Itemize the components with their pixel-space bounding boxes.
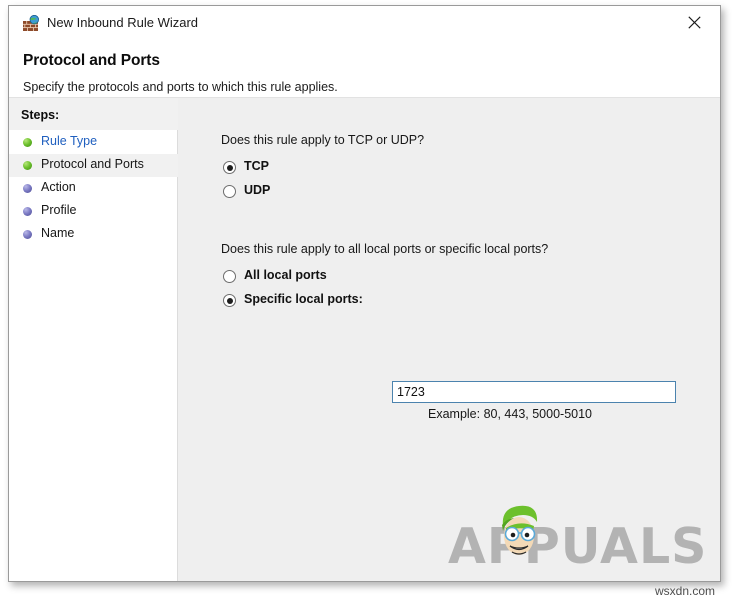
site-credit: wsxdn.com [655, 584, 716, 598]
ports-question: Does this rule apply to all local ports … [221, 242, 549, 256]
sidebar-item-action[interactable]: Action [9, 177, 178, 200]
sidebar-item-name[interactable]: Name [9, 223, 178, 246]
sidebar-item-profile[interactable]: Profile [9, 200, 178, 223]
sidebar-item-protocol-and-ports[interactable]: Protocol and Ports [9, 154, 178, 177]
radio-specific-local-ports-label: Specific local ports: [244, 292, 363, 306]
firewall-brick-globe-icon [23, 14, 40, 32]
sidebar-item-label: Profile [41, 203, 77, 217]
page-subtitle: Specify the protocols and ports to which… [23, 80, 338, 94]
sidebar-item-label: Protocol and Ports [41, 157, 144, 171]
window-title: New Inbound Rule Wizard [47, 15, 199, 30]
steps-sidebar: Steps: Rule Type Protocol and Ports Acti… [9, 98, 178, 581]
radio-udp-mark [223, 185, 236, 198]
step-bullet-icon [23, 138, 32, 147]
close-button[interactable] [673, 6, 717, 36]
page-title: Protocol and Ports [23, 52, 160, 69]
step-bullet-icon [23, 161, 32, 170]
page-header: Protocol and Ports Specify the protocols… [9, 40, 720, 98]
sidebar-item-label: Action [41, 180, 76, 194]
sidebar-item-label: Rule Type [41, 134, 98, 148]
radio-tcp-mark [223, 161, 236, 174]
content-panel: Does this rule apply to TCP or UDP? TCP … [178, 98, 720, 581]
port-example-hint: Example: 80, 443, 5000-5010 [428, 407, 593, 421]
protocol-question: Does this rule apply to TCP or UDP? [221, 133, 425, 147]
wizard-body: Steps: Rule Type Protocol and Ports Acti… [9, 98, 720, 581]
steps-heading: Steps: [21, 108, 60, 122]
title-bar: New Inbound Rule Wizard [9, 6, 720, 40]
sidebar-item-rule-type[interactable]: Rule Type [9, 131, 178, 154]
close-icon [688, 16, 701, 29]
step-bullet-icon [23, 230, 32, 239]
radio-all-local-ports-label: All local ports [244, 268, 327, 282]
radio-tcp-label: TCP [244, 159, 269, 173]
step-bullet-icon [23, 207, 32, 216]
wizard-window: New Inbound Rule Wizard Protocol and Por… [8, 5, 721, 582]
sidebar-item-label: Name [41, 226, 75, 240]
radio-all-local-ports-mark [223, 270, 236, 283]
specific-local-ports-input[interactable] [392, 381, 676, 403]
radio-specific-local-ports-mark [223, 294, 236, 307]
step-bullet-icon [23, 184, 32, 193]
radio-udp-label: UDP [244, 183, 271, 197]
